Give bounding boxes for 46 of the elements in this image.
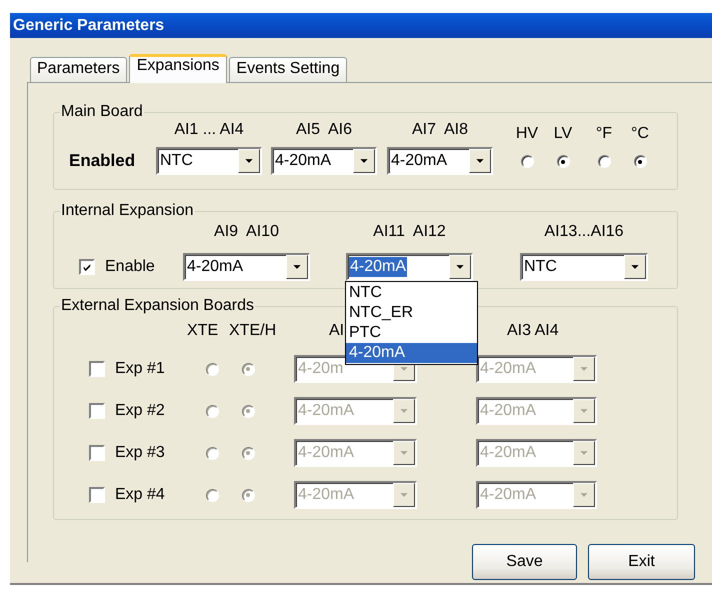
dropdown[interactable]: NTC <box>156 147 262 175</box>
column-header: AI11 AI12 <box>373 223 446 241</box>
checkbox[interactable] <box>89 445 105 461</box>
radio-button[interactable] <box>634 155 646 168</box>
group-title: Main Board <box>60 103 144 121</box>
tab[interactable]: Events Setting <box>229 57 347 82</box>
radio-label: LV <box>554 125 572 143</box>
checkbox[interactable] <box>89 487 105 503</box>
radio-button[interactable] <box>556 155 570 168</box>
radio-label: °F <box>596 125 612 143</box>
list-option[interactable]: 4-20mA <box>346 343 477 363</box>
group-title: External Expansion Boards <box>60 297 255 315</box>
checkbox-label: Enable <box>105 258 155 276</box>
dropdown[interactable]: 4-20mA <box>271 147 377 175</box>
radio-button[interactable] <box>598 155 610 168</box>
window-title: Generic Parameters <box>13 16 164 34</box>
radio-label: HV <box>516 125 538 143</box>
column-header: AI7 AI8 <box>412 121 468 139</box>
row-label: Enabled <box>69 150 136 172</box>
column-header: AI3 AI4 <box>507 322 559 339</box>
column-header: AI1 ... AI4 <box>174 121 244 139</box>
dialog-button[interactable]: Exit <box>588 544 695 580</box>
column-header: XTE/H <box>229 322 276 339</box>
column-header: AI <box>329 322 344 339</box>
dropdown[interactable]: 4-20mA <box>183 253 310 281</box>
dropdown[interactable]: 4-20mA <box>387 147 493 175</box>
checkbox-label: Exp #2 <box>115 402 165 420</box>
checkbox-label: Exp #4 <box>115 486 165 504</box>
tab[interactable]: Parameters <box>30 57 127 82</box>
checkbox[interactable] <box>89 361 105 377</box>
checkbox[interactable] <box>89 403 105 419</box>
column-header: XTE <box>187 322 218 339</box>
dropdown[interactable]: NTC <box>520 253 648 281</box>
checkbox-label: Exp #3 <box>115 444 165 462</box>
group-title: Internal Expansion <box>60 202 195 220</box>
column-header: AI13...AI16 <box>544 223 624 241</box>
column-header: AI5 AI6 <box>296 121 352 139</box>
tab[interactable]: Expansions <box>128 54 228 83</box>
list-option[interactable]: NTC_ER <box>346 303 477 323</box>
dialog-button[interactable]: Save <box>472 544 577 580</box>
radio-label: °C <box>631 125 649 143</box>
checkbox-label: Exp #1 <box>115 360 165 378</box>
radio-button[interactable] <box>520 155 534 168</box>
list-option[interactable]: NTC <box>346 283 477 303</box>
column-header: AI9 AI10 <box>214 223 279 241</box>
list-option[interactable]: PTC <box>346 323 477 343</box>
